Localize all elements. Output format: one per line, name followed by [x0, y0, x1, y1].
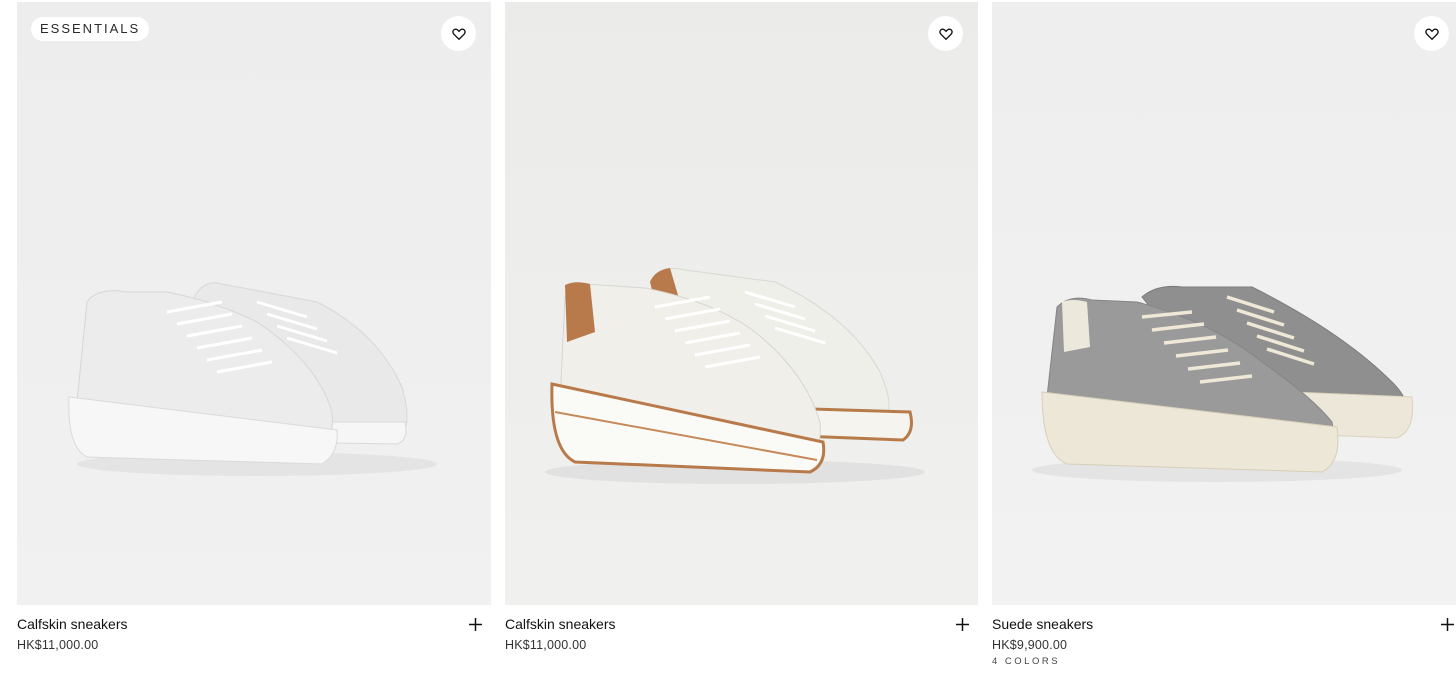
product-name[interactable]: Suede sneakers — [992, 614, 1456, 634]
product-card[interactable]: Calfskin sneakers HK$11,000.00 — [505, 0, 978, 677]
grey-suede-sneakers-illustration — [1032, 286, 1414, 482]
essentials-badge: ESSENTIALS — [31, 17, 150, 41]
product-info: Calfskin sneakers HK$11,000.00 — [505, 614, 978, 653]
wishlist-button[interactable] — [928, 16, 963, 51]
add-to-bag-button[interactable] — [1438, 614, 1456, 634]
product-image[interactable] — [992, 2, 1456, 605]
product-info: Calfskin sneakers HK$11,000.00 — [17, 614, 491, 653]
heart-outline-icon — [1424, 28, 1439, 40]
wishlist-button[interactable] — [1414, 16, 1449, 51]
plus-icon — [468, 617, 482, 631]
product-info: Suede sneakers HK$9,900.00 4 COLORS — [992, 614, 1456, 668]
white-sneakers-illustration — [68, 282, 437, 476]
wishlist-button[interactable] — [441, 16, 476, 51]
plus-icon — [955, 617, 969, 631]
color-count[interactable]: 4 COLORS — [992, 656, 1456, 668]
heart-outline-icon — [938, 28, 953, 40]
product-price: HK$11,000.00 — [505, 638, 587, 652]
heart-outline-icon — [451, 28, 466, 40]
product-price: HK$11,000.00 — [17, 638, 99, 652]
product-name[interactable]: Calfskin sneakers — [17, 614, 491, 634]
white-tan-sneakers-illustration — [545, 268, 925, 484]
product-name[interactable]: Calfskin sneakers — [505, 614, 978, 634]
product-image[interactable] — [505, 2, 978, 605]
product-price: HK$9,900.00 — [992, 638, 1068, 652]
product-card[interactable]: ESSENTIALS Calfskin sneakers HK$11,000.0… — [17, 0, 491, 677]
add-to-bag-button[interactable] — [953, 614, 971, 634]
add-to-bag-button[interactable] — [466, 614, 484, 634]
product-grid: ESSENTIALS Calfskin sneakers HK$11,000.0… — [0, 0, 1456, 677]
plus-icon — [1440, 617, 1454, 631]
product-card[interactable]: Suede sneakers HK$9,900.00 4 COLORS — [992, 0, 1456, 677]
product-image[interactable]: ESSENTIALS — [17, 2, 491, 605]
